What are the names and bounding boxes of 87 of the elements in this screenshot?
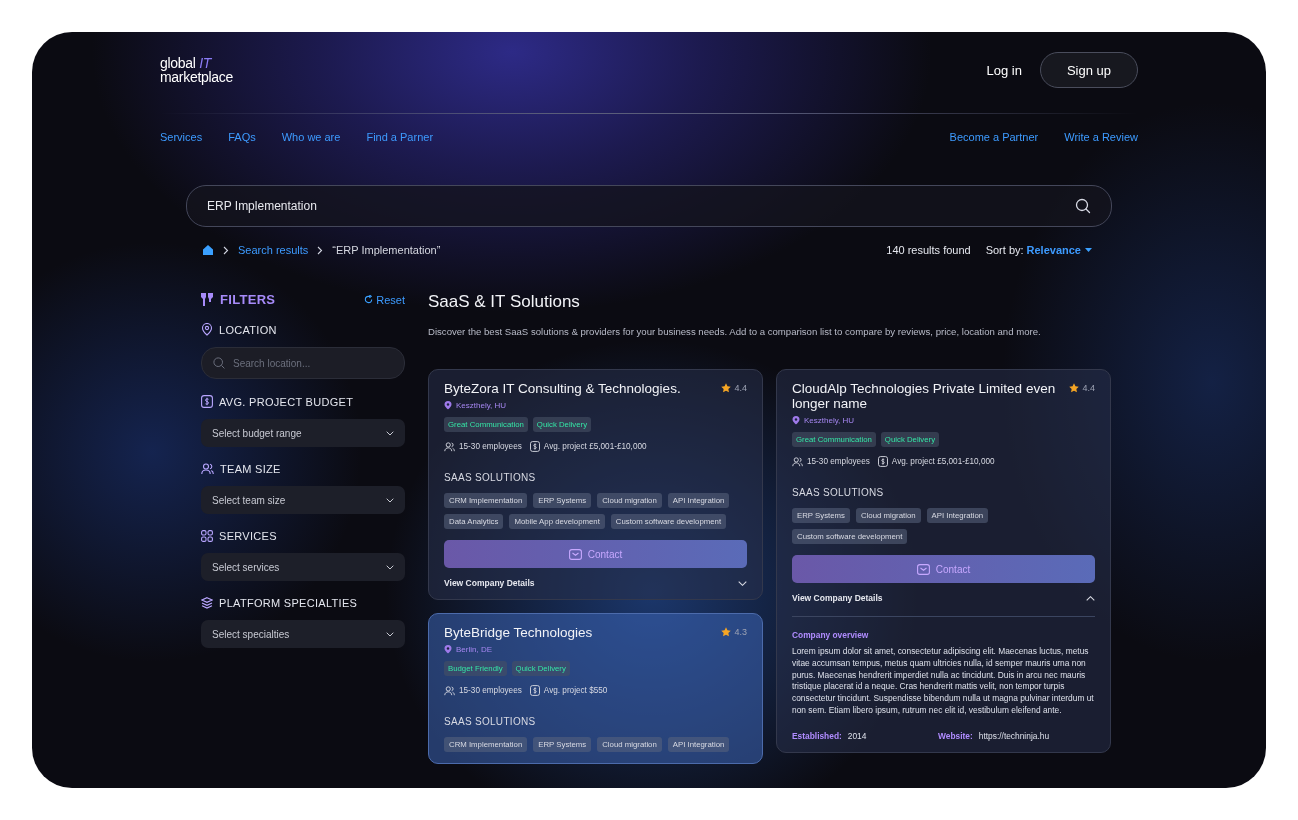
users-icon bbox=[444, 685, 455, 696]
rating-value: 4.4 bbox=[1082, 383, 1095, 393]
company-name[interactable]: ByteZora IT Consulting & Technologies. bbox=[444, 381, 681, 396]
star-icon bbox=[1069, 383, 1080, 393]
results-count: 140 results found bbox=[886, 244, 971, 256]
users-icon bbox=[792, 456, 803, 467]
chevron-down-icon bbox=[738, 580, 747, 586]
nav-link[interactable]: Become a Partner bbox=[949, 131, 1039, 143]
filter-label: SERVICES bbox=[219, 530, 277, 542]
rating-value: 4.4 bbox=[734, 383, 747, 393]
select-dropdown[interactable]: Select services bbox=[201, 553, 405, 581]
home-icon[interactable] bbox=[202, 244, 214, 256]
view-details-toggle[interactable]: View Company Details bbox=[792, 593, 1095, 603]
reset-button[interactable]: Reset bbox=[364, 293, 405, 306]
overview-heading: Company overview bbox=[792, 630, 870, 640]
sort-label: Sort by: bbox=[985, 244, 1024, 256]
overview-text: Lorem ipsum dolor sit amet, consectetur adipiscing elit. Maecenas luctus, metus vitae accumsan tempus, metus quam ultricies nulla, id semper mauris urna non purus. Maecenas hendrerit imperdiet nulla ac tincidunt. Duis in arcu nec mauris tristique placerat id a neque. Cras hendrerit mattis velit, non tempor turpis consectetur tincidunt. Suspendisse bibendum nulla ut magna pulvinar interdum ut non sem. Etiam libero ipsum, rutrum nec elit id, vestibulum eleifend ante. bbox=[792, 646, 1095, 717]
filter-label: PLATFORM SPECIALTIES bbox=[219, 597, 358, 609]
solutions-heading: SAAS SOLUTIONS bbox=[444, 472, 537, 483]
company-location: Keszthely, HU bbox=[804, 416, 855, 425]
search-icon[interactable] bbox=[1075, 198, 1091, 214]
signup-button[interactable]: Sign up bbox=[1039, 52, 1138, 88]
chevron-down-icon bbox=[386, 564, 394, 570]
filters-title: FILTERS bbox=[220, 292, 276, 307]
rating-value: 4.3 bbox=[734, 627, 747, 637]
location-pin-icon bbox=[444, 645, 452, 654]
dollar-icon bbox=[201, 395, 213, 408]
nav-link[interactable]: Who we are bbox=[281, 131, 341, 143]
filter-label: TEAM SIZE bbox=[220, 463, 281, 475]
location-pin-icon bbox=[444, 401, 452, 410]
logo[interactable]: global IT marketplace bbox=[160, 56, 233, 84]
chevron-down-icon bbox=[386, 631, 394, 637]
reset-icon bbox=[364, 295, 374, 304]
average-project-budget: Avg. project £5,001-£10,000 bbox=[543, 442, 647, 451]
established-year: 2014 bbox=[847, 730, 867, 741]
select-dropdown[interactable]: Select specialties bbox=[201, 620, 405, 648]
average-project-budget: Avg. project £5,001-£10,000 bbox=[891, 457, 995, 466]
nav-link[interactable]: Find a Parner bbox=[366, 131, 434, 143]
dollar-icon bbox=[529, 685, 540, 696]
search-query-text: “ERP Implementation” bbox=[332, 244, 441, 256]
website-label: Website: bbox=[938, 730, 973, 741]
search-icon bbox=[213, 357, 225, 369]
company-name[interactable]: ByteBridge Technologies bbox=[444, 625, 593, 640]
established-label: Established: bbox=[792, 730, 842, 741]
filter-icon bbox=[201, 293, 213, 306]
login-link[interactable]: Log in bbox=[986, 62, 1022, 78]
company-name[interactable]: CloudAlp Technologies Private Limited even longer name bbox=[792, 381, 1062, 411]
company-location: Keszthely, HU bbox=[456, 401, 507, 410]
chevron-down-icon bbox=[386, 497, 394, 503]
search-field[interactable]: ERP Implementation bbox=[186, 185, 1112, 227]
chevron-right-icon bbox=[317, 245, 324, 255]
employee-count: 15-30 employees bbox=[459, 686, 522, 695]
star-icon bbox=[721, 383, 732, 393]
users-icon bbox=[444, 441, 455, 452]
section-title: SaaS & IT Solutions bbox=[428, 292, 581, 312]
filter-label: AVG. PROJECT BUDGET bbox=[219, 395, 354, 408]
caret-icon bbox=[1085, 248, 1092, 252]
dollar-icon bbox=[529, 441, 540, 452]
mail-icon bbox=[916, 563, 930, 575]
solutions-heading: SAAS SOLUTIONS bbox=[792, 487, 885, 498]
dollar-icon bbox=[877, 456, 888, 467]
select-dropdown[interactable]: Select team size bbox=[201, 486, 405, 514]
select-dropdown[interactable]: Select budget range bbox=[201, 419, 405, 447]
location-pin-icon bbox=[201, 323, 213, 336]
company-location: Berlin, DE bbox=[456, 645, 492, 654]
employee-count: 15-30 employees bbox=[807, 457, 870, 466]
location-pin-icon bbox=[792, 416, 800, 425]
mail-icon bbox=[568, 548, 582, 560]
users-icon bbox=[201, 463, 214, 475]
nav-link[interactable]: Services bbox=[160, 131, 203, 143]
solutions-heading: SAAS SOLUTIONS bbox=[444, 716, 537, 727]
chevron-up-icon bbox=[1086, 595, 1095, 601]
layers-icon bbox=[201, 597, 213, 609]
employee-count: 15-30 employees bbox=[459, 442, 522, 451]
section-description: Discover the best SaaS solutions & providers for your business needs. Add to a comparison list to compare by reviews, price, location and more. bbox=[428, 326, 1042, 337]
chevron-right-icon bbox=[223, 245, 229, 255]
breadcrumb-link[interactable]: Search results bbox=[238, 244, 309, 256]
grid-icon bbox=[201, 530, 213, 542]
view-details-toggle[interactable]: View Company Details bbox=[444, 578, 747, 588]
average-project-budget: Avg. project $550 bbox=[543, 686, 608, 695]
sort-dropdown[interactable]: Relevance bbox=[1026, 244, 1092, 256]
chevron-down-icon bbox=[386, 430, 394, 436]
website-link[interactable]: https://techninja.hu bbox=[978, 730, 1050, 741]
nav-link[interactable]: FAQs bbox=[228, 131, 256, 143]
filter-label: LOCATION bbox=[219, 323, 277, 336]
star-icon bbox=[721, 627, 732, 637]
nav-link[interactable]: Write a Review bbox=[1064, 131, 1138, 143]
